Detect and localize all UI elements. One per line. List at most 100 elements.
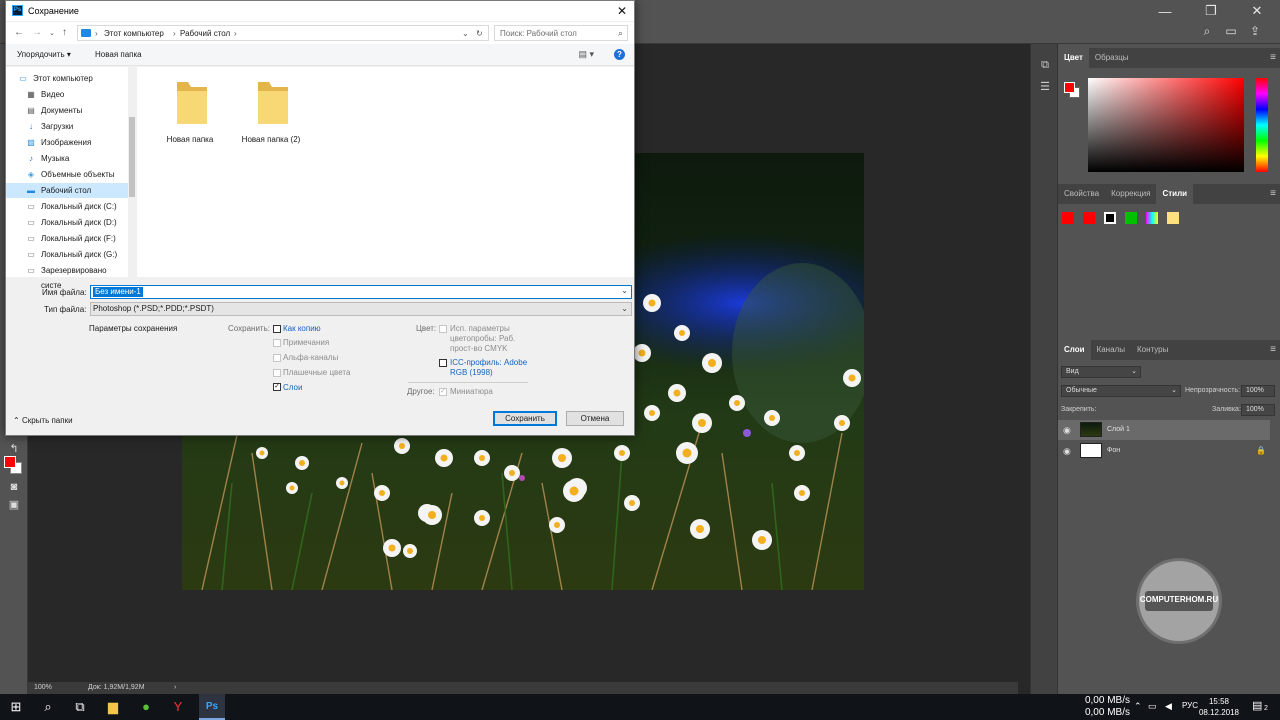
windows-start-icon[interactable]: ⊞ bbox=[6, 697, 26, 717]
tab-swatches[interactable]: Образцы bbox=[1089, 48, 1135, 68]
status-menu-icon[interactable]: › bbox=[174, 682, 176, 694]
notes-checkbox[interactable] bbox=[273, 339, 281, 347]
nav-item-documents[interactable]: ▤ Документы bbox=[6, 103, 128, 118]
nav-item-pictures[interactable]: ▨ Изображения bbox=[6, 135, 128, 150]
nav-scrollbar[interactable] bbox=[128, 67, 136, 277]
eye-icon[interactable]: ◉ bbox=[1063, 441, 1071, 461]
spot-checkbox[interactable] bbox=[273, 369, 281, 377]
style-swatch[interactable] bbox=[1167, 212, 1179, 224]
filename-input[interactable]: Без имени-1 ⌄ bbox=[90, 285, 632, 299]
fill-field[interactable]: 100% bbox=[1241, 404, 1275, 416]
workspace-icon[interactable]: ▭ bbox=[1224, 24, 1238, 38]
style-swatch[interactable] bbox=[1125, 212, 1137, 224]
tab-layers[interactable]: Слои bbox=[1058, 340, 1091, 360]
zoom-level[interactable]: 100% bbox=[34, 682, 52, 694]
icc-profile-checkbox[interactable] bbox=[439, 359, 447, 367]
hide-folders-button[interactable]: ⌃ Скрыть папки bbox=[13, 416, 73, 425]
nav-item-music[interactable]: ♪ Музыка bbox=[6, 151, 128, 166]
nav-item-reserved[interactable]: ▭ Зарезервировано систе bbox=[6, 263, 128, 290]
nav-item-drive-g[interactable]: ▭ Локальный диск (G:) bbox=[6, 247, 128, 262]
thumbnail-checkbox[interactable]: ✓ bbox=[439, 388, 447, 396]
screen-mode-icon[interactable]: ▣ bbox=[5, 498, 23, 512]
task-view-icon[interactable]: ⧉ bbox=[70, 697, 90, 717]
style-swatch[interactable] bbox=[1146, 212, 1158, 224]
alpha-checkbox[interactable] bbox=[273, 354, 281, 362]
blend-mode-select[interactable]: Обычные ⌄ bbox=[1061, 385, 1181, 397]
restore-button[interactable]: ❐ bbox=[1188, 0, 1234, 22]
close-window-button[interactable]: ✕ bbox=[1234, 0, 1280, 22]
search-icon[interactable]: ⌕ bbox=[38, 697, 58, 717]
properties-icon[interactable]: ☰ bbox=[1038, 80, 1052, 94]
quick-mask-icon[interactable]: ◙ bbox=[5, 480, 23, 494]
nav-item-3d-objects[interactable]: ◈ Объемные объекты bbox=[6, 167, 128, 182]
layers-checkbox[interactable]: ✓ bbox=[273, 383, 281, 391]
nav-item-downloads[interactable]: ↓ Загрузки bbox=[6, 119, 128, 134]
style-swatch[interactable] bbox=[1062, 212, 1074, 224]
tab-properties[interactable]: Свойства bbox=[1058, 184, 1105, 204]
icc-profile-label[interactable]: ICC-профиль: Adobe RGB (1998) bbox=[450, 358, 534, 378]
as-copy-label[interactable]: Как копию bbox=[283, 324, 321, 333]
nav-item-drive-f[interactable]: ▭ Локальный диск (F:) bbox=[6, 231, 128, 246]
opacity-field[interactable]: 100% bbox=[1241, 385, 1275, 397]
nav-item-desktop[interactable]: ▬ Рабочий стол bbox=[6, 183, 128, 198]
tab-paths[interactable]: Контуры bbox=[1131, 340, 1174, 360]
color-foreground-swatch[interactable] bbox=[1064, 82, 1075, 93]
nav-item-video[interactable]: ▦ Видео bbox=[6, 87, 128, 102]
history-icon[interactable]: ⧉ bbox=[1038, 58, 1052, 72]
nav-item-this-pc[interactable]: ▭ Этот компьютер bbox=[6, 71, 128, 86]
cancel-button[interactable]: Отмена bbox=[566, 411, 624, 426]
folder-item[interactable]: Новая папка (2) bbox=[231, 75, 311, 155]
color-picker-field[interactable] bbox=[1088, 78, 1244, 172]
eye-icon[interactable]: ◉ bbox=[1063, 420, 1071, 440]
layers-label[interactable]: Слои bbox=[283, 383, 302, 392]
filetype-select[interactable]: Photoshop (*.PSD;*.PDD;*.PSDT) ⌄ bbox=[90, 302, 632, 316]
file-explorer-icon[interactable]: ▆ bbox=[103, 697, 123, 717]
style-swatch[interactable] bbox=[1104, 212, 1116, 224]
layer-row[interactable]: ◉ Фон 🔒 bbox=[1058, 441, 1270, 461]
back-arrow-icon[interactable]: ← bbox=[14, 27, 24, 38]
swap-colors-icon[interactable]: ↰ bbox=[5, 442, 23, 456]
tab-styles[interactable]: Стили bbox=[1156, 184, 1194, 204]
nav-item-drive-d[interactable]: ▭ Локальный диск (D:) bbox=[6, 215, 128, 230]
tab-color[interactable]: Цвет bbox=[1058, 48, 1089, 68]
tab-channels[interactable]: Каналы bbox=[1091, 340, 1131, 360]
foreground-color-swatch[interactable] bbox=[4, 456, 16, 468]
language-indicator[interactable]: РУС bbox=[1182, 701, 1198, 710]
yandex-browser-icon[interactable]: Y bbox=[168, 697, 188, 717]
help-icon[interactable]: ? bbox=[614, 49, 625, 60]
layer-row[interactable]: ◉ Слой 1 bbox=[1058, 420, 1270, 440]
notification-icon[interactable]: ▤ bbox=[1252, 699, 1262, 712]
clock[interactable]: 15:58 08.12.2018 bbox=[1198, 696, 1240, 718]
refresh-icon[interactable]: ↻ bbox=[476, 29, 483, 38]
kind-filter-select[interactable]: Вид ⌄ bbox=[1061, 366, 1141, 378]
panel-menu-icon[interactable]: ≡ bbox=[1270, 340, 1276, 360]
new-folder-button[interactable]: Новая папка bbox=[95, 50, 142, 59]
torrent-icon[interactable]: ● bbox=[136, 697, 156, 717]
up-arrow-icon[interactable]: ↑ bbox=[62, 27, 67, 38]
chevron-down-icon[interactable]: ⌄ bbox=[462, 29, 469, 38]
breadcrumb-item[interactable]: Этот компьютер bbox=[104, 29, 164, 38]
volume-icon[interactable]: ◀ bbox=[1165, 701, 1172, 712]
style-swatch[interactable] bbox=[1083, 212, 1095, 224]
view-options-icon[interactable]: ▤ ▾ bbox=[578, 49, 594, 60]
search-icon[interactable]: ⌕ bbox=[1200, 24, 1214, 38]
nav-item-drive-c[interactable]: ▭ Локальный диск (C:) bbox=[6, 199, 128, 214]
scrollbar-thumb[interactable] bbox=[129, 117, 135, 197]
network-icon[interactable]: ▭ bbox=[1148, 701, 1157, 712]
hue-slider[interactable] bbox=[1256, 78, 1268, 172]
photoshop-taskbar-icon[interactable]: Ps bbox=[202, 697, 222, 717]
search-input[interactable]: Поиск: Рабочий стол ⌕ bbox=[494, 25, 628, 41]
organize-button[interactable]: Упорядочить ▾ bbox=[17, 50, 71, 59]
close-icon[interactable]: ✕ bbox=[610, 1, 634, 21]
tray-chevron-icon[interactable]: ⌃ bbox=[1134, 701, 1142, 712]
folder-item[interactable]: Новая папка bbox=[150, 75, 230, 155]
recent-chevron-icon[interactable]: ⌄ bbox=[49, 29, 55, 37]
tab-adjustments[interactable]: Коррекция bbox=[1105, 184, 1156, 204]
breadcrumb-item[interactable]: Рабочий стол bbox=[180, 29, 230, 38]
address-bar[interactable]: › Этот компьютер › Рабочий стол › ⌄ ↻ bbox=[77, 25, 489, 41]
panel-menu-icon[interactable]: ≡ bbox=[1270, 48, 1276, 68]
chevron-down-icon[interactable]: ⌄ bbox=[621, 286, 628, 295]
proof-setup-checkbox[interactable] bbox=[439, 325, 447, 333]
save-button[interactable]: Сохранить bbox=[493, 411, 557, 426]
share-icon[interactable]: ⇪ bbox=[1248, 24, 1262, 38]
